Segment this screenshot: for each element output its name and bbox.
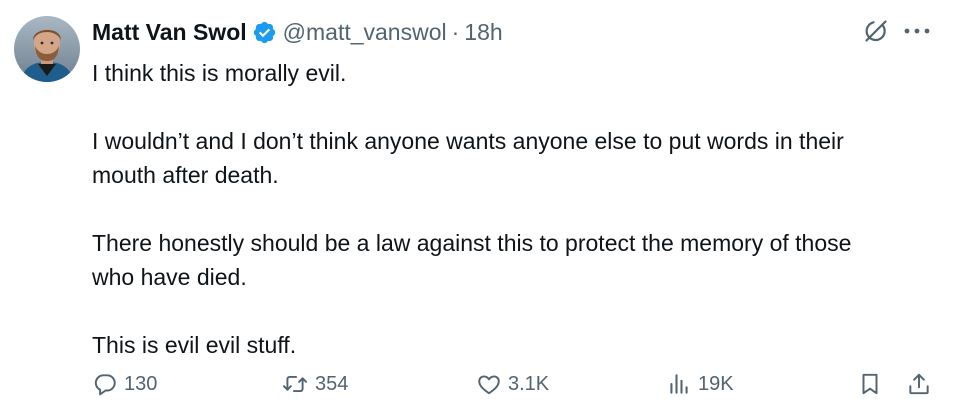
- avatar[interactable]: [14, 16, 80, 82]
- tweet-line: There honestly should be a law against t…: [92, 230, 852, 256]
- tweet-line: who have died.: [92, 264, 247, 290]
- reply-button[interactable]: 130: [92, 364, 157, 404]
- repost-icon: [282, 375, 308, 393]
- like-count: 3.1K: [508, 372, 550, 395]
- action-bar: 130 354 3.1K 19K: [0, 364, 959, 404]
- like-button[interactable]: 3.1K: [476, 364, 549, 404]
- views-icon: [670, 374, 688, 394]
- like-icon: [478, 375, 500, 395]
- tweet[interactable]: Matt Van Swol @matt_vanswol · 18h I thin…: [0, 0, 959, 416]
- bookmark-button[interactable]: [857, 364, 883, 404]
- views-button[interactable]: 19K: [666, 364, 734, 404]
- more-icon[interactable]: [902, 17, 932, 45]
- tweet-header: Matt Van Swol @matt_vanswol · 18h: [92, 14, 503, 50]
- separator-dot: ·: [451, 18, 460, 45]
- tweet-paragraph: I think this is morally evil.: [92, 60, 347, 86]
- tweet-line: mouth after death.: [92, 162, 279, 188]
- display-name[interactable]: Matt Van Swol: [92, 19, 247, 46]
- tweet-paragraph: This is evil evil stuff.: [92, 332, 297, 358]
- timestamp[interactable]: 18h: [464, 19, 502, 46]
- author-handle[interactable]: @matt_vanswol: [283, 19, 447, 46]
- share-button[interactable]: [906, 364, 932, 404]
- tweet-line: I wouldn’t and I don’t think anyone want…: [92, 128, 844, 154]
- reply-count: 130: [124, 372, 158, 395]
- repost-button[interactable]: 354: [281, 364, 348, 404]
- share-icon: [909, 373, 929, 395]
- reply-icon: [94, 374, 116, 396]
- grok-icon[interactable]: [862, 17, 890, 45]
- tweet-paragraph: There honestly should be a law against t…: [92, 226, 942, 294]
- tweet-paragraph: I wouldn’t and I don’t think anyone want…: [92, 124, 942, 192]
- verified-badge-icon[interactable]: [252, 20, 277, 45]
- bookmark-icon: [862, 373, 878, 395]
- repost-count: 354: [315, 372, 349, 395]
- views-count: 19K: [698, 372, 734, 395]
- tweet-text: I think this is morally evil. I wouldn’t…: [92, 56, 942, 362]
